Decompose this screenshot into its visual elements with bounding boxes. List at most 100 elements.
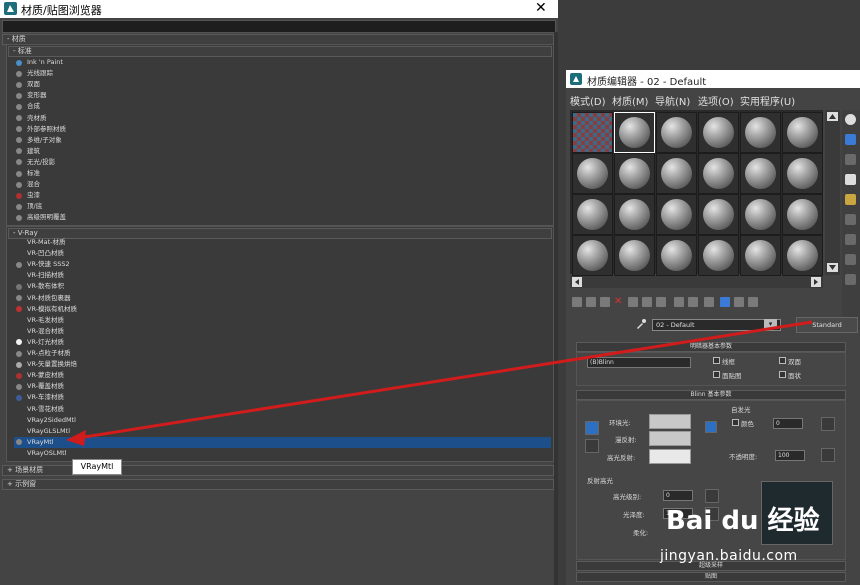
standard-item[interactable]: 壳材质 xyxy=(16,113,47,124)
vray-item[interactable]: VRayGLSLMtl xyxy=(16,426,70,437)
material-sample-slot[interactable] xyxy=(740,194,781,235)
standard-item[interactable]: Ink 'n Paint xyxy=(16,57,63,68)
chevron-down-icon[interactable]: ▾ xyxy=(764,319,777,329)
vray-item[interactable]: VR-凹凸材质 xyxy=(16,248,64,259)
browser-search-input[interactable] xyxy=(7,21,547,32)
go-to-parent-icon[interactable] xyxy=(720,297,730,307)
video-color-check-icon[interactable] xyxy=(845,194,856,205)
standard-item[interactable]: 建筑 xyxy=(16,146,40,157)
lock-ambient-diffuse-button[interactable] xyxy=(585,421,599,435)
opacity-value[interactable]: 100 xyxy=(775,450,805,461)
material-sample-slot[interactable] xyxy=(572,112,613,153)
menu-navigation[interactable]: 导航(N) xyxy=(655,93,690,108)
scroll-left-icon[interactable] xyxy=(572,277,582,287)
make-unique-icon[interactable] xyxy=(642,297,652,307)
material-sample-slot[interactable] xyxy=(572,153,613,194)
lock-diffuse-specular-button[interactable] xyxy=(585,439,599,453)
browser-search-field[interactable] xyxy=(2,20,556,33)
vray-item[interactable]: VR-毛发材质 xyxy=(16,315,64,326)
standard-item[interactable]: 顶/底 xyxy=(16,201,42,212)
material-sample-slot[interactable] xyxy=(698,235,739,276)
standard-item[interactable]: 虫漆 xyxy=(16,190,40,201)
material-sample-slot[interactable] xyxy=(572,235,613,276)
material-sample-slot[interactable] xyxy=(614,194,655,235)
menu-utilities[interactable]: 实用程序(U) xyxy=(740,93,795,108)
vray-item[interactable]: VR-快速 SSS2 xyxy=(16,259,70,270)
standard-item[interactable]: 合成 xyxy=(16,101,40,112)
maps-rollout-header[interactable]: 贴图 xyxy=(576,572,846,582)
material-sample-slot[interactable] xyxy=(614,153,655,194)
vray-item[interactable]: VR-模拟有机材质 xyxy=(16,304,77,315)
eyedropper-icon[interactable] xyxy=(636,319,646,329)
diffuse-map-button[interactable] xyxy=(705,421,717,433)
backlight-icon[interactable] xyxy=(845,134,856,145)
ambient-color-swatch[interactable] xyxy=(649,414,691,429)
select-by-material-icon[interactable] xyxy=(845,254,856,265)
material-id-channel-icon[interactable] xyxy=(674,297,684,307)
material-sample-slot[interactable] xyxy=(614,235,655,276)
material-sample-slot[interactable] xyxy=(656,112,697,153)
show-shaded-material-icon[interactable] xyxy=(688,297,698,307)
material-sample-slot[interactable] xyxy=(698,153,739,194)
vray-item[interactable]: VR-蒙皮材质 xyxy=(16,370,64,381)
slot-vertical-scrollbar[interactable] xyxy=(825,110,840,275)
assign-material-icon[interactable] xyxy=(600,297,610,307)
material-sample-slot[interactable] xyxy=(656,235,697,276)
vray-item[interactable]: VR-车漆材质 xyxy=(16,392,64,403)
standard-item[interactable]: 混合 xyxy=(16,179,40,190)
self-illum-color-checkbox[interactable] xyxy=(732,419,739,426)
pick-from-object-icon[interactable] xyxy=(748,297,758,307)
material-sample-slot[interactable] xyxy=(614,112,655,153)
blinn-rollout-header[interactable]: Blinn 基本参数 xyxy=(576,390,846,400)
material-sample-slot[interactable] xyxy=(782,235,823,276)
menu-options[interactable]: 选项(O) xyxy=(698,93,734,108)
vray-item[interactable]: VR-扫描材质 xyxy=(16,270,64,281)
vray-item[interactable]: VR-点粒子材质 xyxy=(16,348,71,359)
vray-item[interactable]: VR-散布体积 xyxy=(16,281,64,292)
material-sample-slot[interactable] xyxy=(698,112,739,153)
specular-color-swatch[interactable] xyxy=(649,449,691,464)
sample-uv-tiling-icon[interactable] xyxy=(845,174,856,185)
vray-item[interactable]: VRayOSLMtl xyxy=(16,448,66,459)
vray-item[interactable]: VR-Mat-材质 xyxy=(16,237,66,248)
face-map-checkbox[interactable] xyxy=(713,371,720,378)
slot-horizontal-scrollbar[interactable] xyxy=(570,276,823,288)
vray-item[interactable]: VRay2SidedMtl xyxy=(16,415,76,426)
material-map-navigator-icon[interactable] xyxy=(845,274,856,285)
make-preview-icon[interactable] xyxy=(845,214,856,225)
shader-type-dropdown[interactable]: (B)Blinn xyxy=(587,357,691,368)
material-sample-slot[interactable] xyxy=(740,235,781,276)
vray-item[interactable]: VR-雪花材质 xyxy=(16,404,64,415)
scroll-up-icon[interactable] xyxy=(827,112,838,121)
self-illum-value[interactable]: 0 xyxy=(773,418,803,429)
wire-checkbox[interactable] xyxy=(713,357,720,364)
category-sample-slots[interactable]: + 示例窗 xyxy=(2,479,554,490)
material-name-field[interactable]: 02 - Default xyxy=(652,319,781,331)
shader-rollout-header[interactable]: 明暗器基本参数 xyxy=(576,342,846,352)
material-sample-slot[interactable] xyxy=(740,153,781,194)
standard-item[interactable]: 多维/子对象 xyxy=(16,135,62,146)
put-to-library-icon[interactable] xyxy=(656,297,666,307)
standard-item[interactable]: 变形器 xyxy=(16,90,47,101)
get-material-icon[interactable] xyxy=(572,297,582,307)
material-sample-slot[interactable] xyxy=(740,112,781,153)
standard-item[interactable]: 光线跟踪 xyxy=(16,68,53,79)
menu-material[interactable]: 材质(M) xyxy=(612,93,648,108)
vray-item[interactable]: VR-材质包裹器 xyxy=(16,293,71,304)
vray-item[interactable]: VR-灯光材质 xyxy=(16,337,64,348)
standard-item[interactable]: 高级照明覆盖 xyxy=(16,212,66,223)
self-illum-map-button[interactable] xyxy=(821,417,835,431)
vray-item[interactable]: VRayMtl xyxy=(16,437,54,448)
background-icon[interactable] xyxy=(845,154,856,165)
options-icon[interactable] xyxy=(845,234,856,245)
material-type-button[interactable]: Standard xyxy=(796,317,858,333)
vray-item[interactable]: VR-混合材质 xyxy=(16,326,64,337)
group-vray-header[interactable]: - V-Ray xyxy=(8,228,552,239)
go-forward-sibling-icon[interactable] xyxy=(734,297,744,307)
show-end-result-icon[interactable] xyxy=(704,297,714,307)
opacity-map-button[interactable] xyxy=(821,448,835,462)
standard-item[interactable]: 标准 xyxy=(16,168,40,179)
group-standard-header[interactable]: - 标准 xyxy=(8,46,552,57)
material-sample-slot[interactable] xyxy=(782,112,823,153)
sample-type-icon[interactable] xyxy=(845,114,856,125)
